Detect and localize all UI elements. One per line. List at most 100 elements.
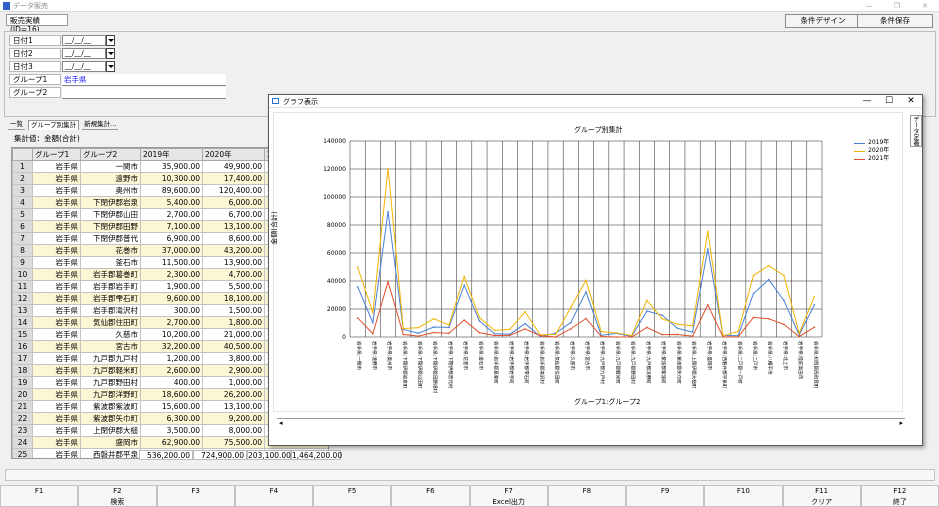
group2-input[interactable]	[62, 87, 226, 99]
data-point	[615, 332, 618, 334]
table-cell: 11,500.00	[140, 256, 203, 269]
table-cell: 2,900.00	[202, 364, 265, 377]
x-tick-label: 岩手県:久慈市	[569, 341, 576, 371]
table-cell: 下閉伊郡山田	[80, 208, 141, 221]
x-tick-label: 岩手県:九戸郡軽米町	[614, 341, 621, 384]
data-point	[646, 310, 648, 312]
data-point	[707, 248, 709, 250]
row-number: 10	[12, 268, 33, 281]
minimize-icon[interactable]: —	[855, 0, 883, 12]
y-tick-label: 120000	[323, 166, 346, 173]
fkey-f4[interactable]: F4	[234, 485, 313, 507]
condition-design-button[interactable]: 条件デザイン	[785, 14, 861, 28]
table-cell: 下閉伊郡普代	[80, 232, 141, 245]
table-cell: 紫波郡矢巾町	[80, 412, 141, 425]
fkey-f5[interactable]: F5	[313, 485, 392, 507]
row-number: 5	[12, 208, 33, 221]
data-point	[767, 264, 770, 267]
line-chart: 0 20000 40000 60000 80000 100000 120000 140000 岩…	[323, 138, 823, 393]
row-number: 16	[12, 340, 33, 353]
fkey-f11[interactable]: F11 クリア	[782, 485, 861, 507]
restore-icon[interactable]: ❐	[883, 0, 911, 12]
table-cell: 岩手郡葛巻町	[80, 268, 141, 281]
table-cell: 宮古市	[80, 340, 141, 353]
fkey-f8[interactable]: F8	[547, 485, 626, 507]
graph-horizontal-scrollbar[interactable]: ◂ ▸	[277, 418, 905, 428]
date1-dropdown-icon[interactable]	[106, 35, 115, 46]
fkey-code: F9	[660, 487, 670, 495]
table-cell: 1,200.00	[140, 352, 203, 365]
column-header[interactable]: 2019年	[140, 148, 203, 161]
scroll-right-icon[interactable]: ▸	[899, 419, 903, 427]
fkey-f7[interactable]: F7 Excel出力	[469, 485, 548, 507]
table-cell: 九戸郡洋野町	[80, 388, 141, 401]
table-cell: 8,000.00	[202, 424, 265, 437]
date3-input[interactable]: __/__/__	[62, 61, 106, 72]
fkey-code: F7	[504, 487, 513, 495]
graph-close-icon[interactable]: ✕	[905, 96, 917, 106]
row-number: 12	[12, 292, 33, 305]
x-tick-label: 岩手県:九戸郡九戸村	[599, 341, 606, 384]
table-cell: 岩手郡雫石町	[80, 292, 141, 305]
table-cell: 岩手県	[32, 436, 81, 449]
date3-dropdown-icon[interactable]	[106, 61, 115, 72]
fkey-f9[interactable]: F9	[626, 485, 705, 507]
tab-list[interactable]: 一覧	[8, 120, 25, 130]
table-cell: 10,300.00	[140, 172, 203, 185]
fkey-f10[interactable]: F10	[704, 485, 783, 507]
tab-group-summary[interactable]: グループ別集計	[28, 120, 80, 130]
date1-input[interactable]: __/__/__	[62, 35, 106, 46]
fkey-code: F5	[347, 487, 357, 495]
x-tick-label: 岩手県:下閉伊郡岩泉町	[401, 341, 408, 389]
graph-window-title: グラフ表示	[283, 98, 318, 106]
data-point	[783, 323, 785, 326]
table-cell: 3,500.00	[140, 424, 203, 437]
table-cell: 9,600.00	[140, 292, 203, 305]
column-header[interactable]: グループ2	[80, 148, 141, 161]
fkey-f2[interactable]: F2 検索	[78, 485, 157, 507]
tab-new-summary[interactable]: 新規集計...	[82, 120, 119, 130]
data-point	[448, 326, 450, 329]
data-point	[387, 280, 389, 283]
data-point	[691, 331, 694, 333]
fkey-f3[interactable]: F3	[156, 485, 235, 507]
table-cell: 岩手県	[32, 196, 81, 209]
data-point	[813, 295, 816, 298]
data-point	[783, 299, 785, 302]
graph-minimize-icon[interactable]: —	[861, 96, 873, 106]
y-tick-label: 20000	[327, 306, 346, 313]
fkey-f12[interactable]: F12 終了	[860, 485, 939, 507]
scroll-left-icon[interactable]: ◂	[279, 419, 283, 427]
screen-title: 販売実績 (ID=16)	[6, 14, 68, 34]
fkey-f1[interactable]: F1	[0, 485, 79, 507]
table-cell: 21,000.00	[202, 328, 265, 341]
x-tick-label: 岩手県:岩手郡岩手町	[508, 341, 515, 384]
date2-input[interactable]: __/__/__	[62, 48, 106, 59]
row-number: 15	[12, 328, 33, 341]
x-tick-label: 岩手県:和賀郡西和賀町	[812, 341, 819, 389]
column-header[interactable]	[12, 148, 33, 161]
column-header[interactable]: 2020年	[202, 148, 265, 161]
data-point	[707, 230, 709, 233]
condition-save-button[interactable]: 条件保存	[857, 14, 933, 28]
table-cell: 岩手県	[32, 340, 81, 353]
view-tabs: 一覧 グループ別集計 新規集計...	[8, 120, 119, 130]
data-point	[493, 334, 496, 337]
table-cell: 下閉伊郡岩泉	[80, 196, 141, 209]
graph-maximize-icon[interactable]: ☐	[883, 96, 895, 106]
row-number: 7	[12, 232, 33, 245]
column-header[interactable]: グループ1	[32, 148, 81, 161]
close-icon[interactable]: ✕	[911, 0, 939, 12]
table-cell: 7,100.00	[140, 220, 203, 233]
data-point	[646, 299, 648, 302]
fkey-f6[interactable]: F6	[391, 485, 470, 507]
data-point	[798, 335, 800, 338]
table-cell: 400.00	[140, 376, 203, 389]
row-number: 11	[12, 280, 33, 293]
table-cell: 岩手県	[32, 220, 81, 233]
date2-dropdown-icon[interactable]	[106, 48, 115, 59]
data-point	[509, 334, 511, 337]
data-definition-tab[interactable]: データ定義	[910, 115, 922, 147]
table-cell: 26,200.00	[202, 388, 265, 401]
group1-input[interactable]: 岩手県	[62, 74, 226, 86]
